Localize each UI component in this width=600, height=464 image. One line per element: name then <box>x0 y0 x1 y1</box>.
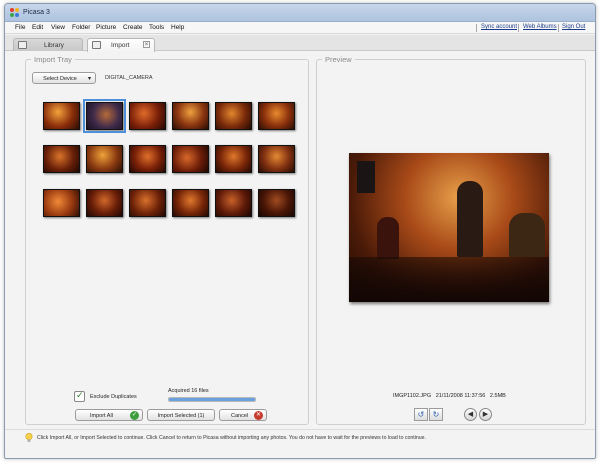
photo-thumbnail[interactable] <box>172 102 209 130</box>
menu-folder[interactable]: Folder <box>72 24 90 31</box>
tab-strip: Library Import × <box>5 35 595 52</box>
photo-thumbnail-selected[interactable] <box>83 99 126 133</box>
photo-thumbnail[interactable] <box>172 189 209 217</box>
title-bar[interactable]: Picasa 3 <box>5 4 595 22</box>
next-icon[interactable]: ▶ <box>479 408 492 421</box>
menu-create[interactable]: Create <box>123 24 143 31</box>
status-hint-text: Click Import All, or Import Selected to … <box>37 435 426 441</box>
acquired-files-text: Acquired 16 files <box>168 388 209 394</box>
acquire-progress-bar <box>168 397 256 402</box>
menu-file[interactable]: File <box>15 24 25 31</box>
import-all-button[interactable]: Import All ✓ <box>75 409 143 421</box>
photo-thumbnail[interactable] <box>215 102 252 130</box>
photo-thumbnail[interactable] <box>43 189 80 217</box>
status-bar: Click Import All, or Import Selected to … <box>5 429 595 445</box>
menu-separator <box>558 24 559 32</box>
menu-tools[interactable]: Tools <box>149 24 164 31</box>
select-device-label: Select Device <box>43 76 77 82</box>
device-name: DIGITAL_CAMERA <box>105 75 153 81</box>
photo-thumbnail[interactable] <box>258 189 295 217</box>
previous-icon[interactable]: ◀ <box>464 408 477 421</box>
audience-silhouettes <box>349 257 549 302</box>
cancel-button[interactable]: Cancel ✕ <box>219 409 267 421</box>
tab-import-label: Import <box>111 42 130 49</box>
photo-thumbnail[interactable] <box>129 102 166 130</box>
photo-thumbnail[interactable] <box>258 102 295 130</box>
photo-thumbnail[interactable] <box>86 145 123 173</box>
import-selected-label: Import Selected (1) <box>157 413 205 419</box>
tab-library-label: Library <box>44 42 64 49</box>
rotate-right-icon[interactable]: ↻ <box>429 408 443 421</box>
photo-thumbnail[interactable] <box>43 145 80 173</box>
import-icon <box>92 41 101 49</box>
library-icon <box>18 41 27 49</box>
import-tray-panel: Import Tray Select Device ▾ DIGITAL_CAME… <box>25 55 309 425</box>
photo-thumbnail[interactable] <box>129 145 166 173</box>
preview-legend: Preview <box>322 55 355 64</box>
menu-edit[interactable]: Edit <box>32 24 43 31</box>
lightbulb-icon <box>25 433 33 442</box>
photo-thumbnail[interactable] <box>172 145 209 173</box>
photo-thumbnail[interactable] <box>43 102 80 130</box>
speaker-shape <box>357 161 375 193</box>
ok-icon: ✓ <box>130 411 139 420</box>
picasa-window: Picasa 3 File Edit View Folder Picture C… <box>4 3 596 459</box>
select-device-button[interactable]: Select Device ▾ <box>32 72 96 84</box>
preview-panel: Preview IMGP1102.JPG 21/11/2008 11:37:56… <box>316 55 586 425</box>
performer-right <box>509 213 545 257</box>
web-albums-link[interactable]: Web Albums <box>523 24 557 30</box>
window-title: Picasa 3 <box>23 9 50 16</box>
tab-import[interactable]: Import × <box>87 38 155 52</box>
menu-view[interactable]: View <box>51 24 65 31</box>
cancel-icon: ✕ <box>254 411 263 420</box>
tab-library[interactable]: Library <box>13 38 83 51</box>
menu-bar: File Edit View Folder Picture Create Too… <box>5 22 595 34</box>
close-icon[interactable]: × <box>143 41 150 48</box>
preview-image <box>349 153 549 302</box>
acquire-progress-fill <box>169 398 255 401</box>
menu-help[interactable]: Help <box>171 24 184 31</box>
import-tray-legend: Import Tray <box>31 55 75 64</box>
menu-picture[interactable]: Picture <box>96 24 116 31</box>
photo-thumbnail[interactable] <box>215 145 252 173</box>
menu-separator <box>518 24 519 32</box>
exclude-duplicates-label: Exclude Duplicates <box>90 394 137 400</box>
performer-left <box>377 217 399 259</box>
menu-separator <box>476 24 477 32</box>
photo-thumbnail[interactable] <box>86 189 123 217</box>
import-selected-button[interactable]: Import Selected (1) <box>147 409 215 421</box>
file-info-text: IMGP1102.JPG 21/11/2008 11:37:56 2.5MB <box>393 393 506 399</box>
checkmark-icon: ✓ <box>76 390 84 400</box>
chevron-down-icon: ▾ <box>87 76 91 82</box>
sign-out-link[interactable]: Sign Out <box>562 24 585 30</box>
performer-center <box>457 181 483 257</box>
photo-thumbnail[interactable] <box>129 189 166 217</box>
picasa-app-icon <box>10 8 20 18</box>
exclude-duplicates-checkbox[interactable]: ✓ <box>74 390 85 402</box>
photo-thumbnail[interactable] <box>258 145 295 173</box>
rotate-left-icon[interactable]: ↺ <box>414 408 428 421</box>
sync-account-link[interactable]: Sync account <box>481 24 517 30</box>
photo-thumbnail[interactable] <box>215 189 252 217</box>
